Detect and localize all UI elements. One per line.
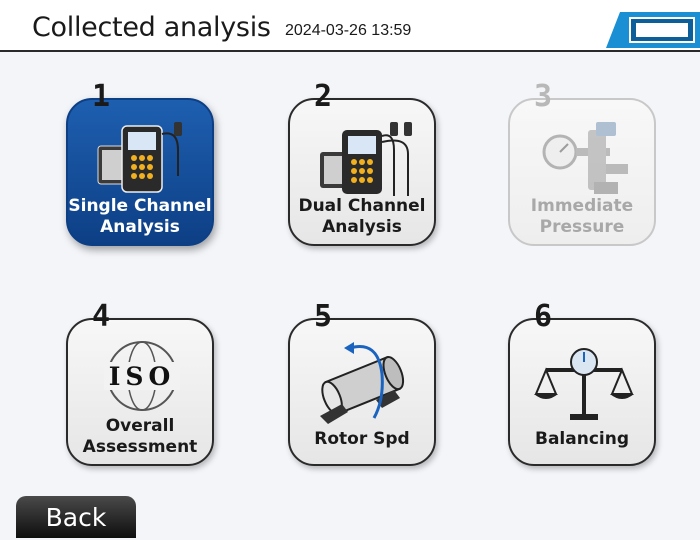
tile-overall-assessment[interactable]: ISO 4 Overall Assessment [66, 302, 214, 466]
tile-label-line1: Single Channel [68, 196, 212, 216]
datetime-label: 2024-03-26 13:59 [285, 22, 412, 39]
battery-icon [606, 12, 700, 48]
tile-label-line2: Analysis [322, 217, 402, 237]
tile-label-line2: Analysis [100, 217, 180, 237]
header-bar: Collected analysis 2024-03-26 13:59 [0, 0, 700, 52]
tile-label-line2: Pressure [539, 217, 625, 237]
tile-label: Overall Assessment [68, 416, 212, 458]
tile-label-line1: Rotor Spd [314, 429, 410, 449]
tile-label: Immediate Pressure [510, 196, 654, 238]
tile-label: Dual Channel Analysis [290, 196, 434, 238]
tile-label: Rotor Spd [290, 429, 434, 450]
tile-number: 4 [92, 299, 111, 334]
tile-dual-channel-analysis[interactable]: 2 Dual Channel Analysis [288, 82, 436, 246]
tile-label: Single Channel Analysis [68, 196, 212, 238]
tile-label-line1: Dual Channel [298, 196, 426, 216]
back-button[interactable]: Back [16, 496, 136, 538]
tile-number: 1 [92, 79, 111, 114]
tile-label-line1: Balancing [534, 429, 629, 449]
tile-label-line1: Overall [105, 416, 175, 436]
tile-number: 6 [534, 299, 553, 334]
tile-label-line2: Assessment [82, 437, 198, 457]
tile-number: 3 [534, 79, 553, 114]
tile-number: 5 [314, 299, 333, 334]
page-title: Collected analysis [32, 12, 271, 43]
tile-label: Balancing [510, 429, 654, 450]
tile-rotor-spd[interactable]: 5 Rotor Spd [288, 302, 436, 466]
iso-text: ISO [109, 362, 176, 391]
tile-balancing[interactable]: 6 Balancing [508, 302, 656, 466]
tile-single-channel-analysis[interactable]: 1 Single Channel Analysis [66, 82, 214, 246]
tile-number: 2 [314, 79, 333, 114]
tile-label-line1: Immediate [530, 196, 634, 216]
tile-immediate-pressure[interactable]: 3 Immediate Pressure [508, 82, 656, 246]
